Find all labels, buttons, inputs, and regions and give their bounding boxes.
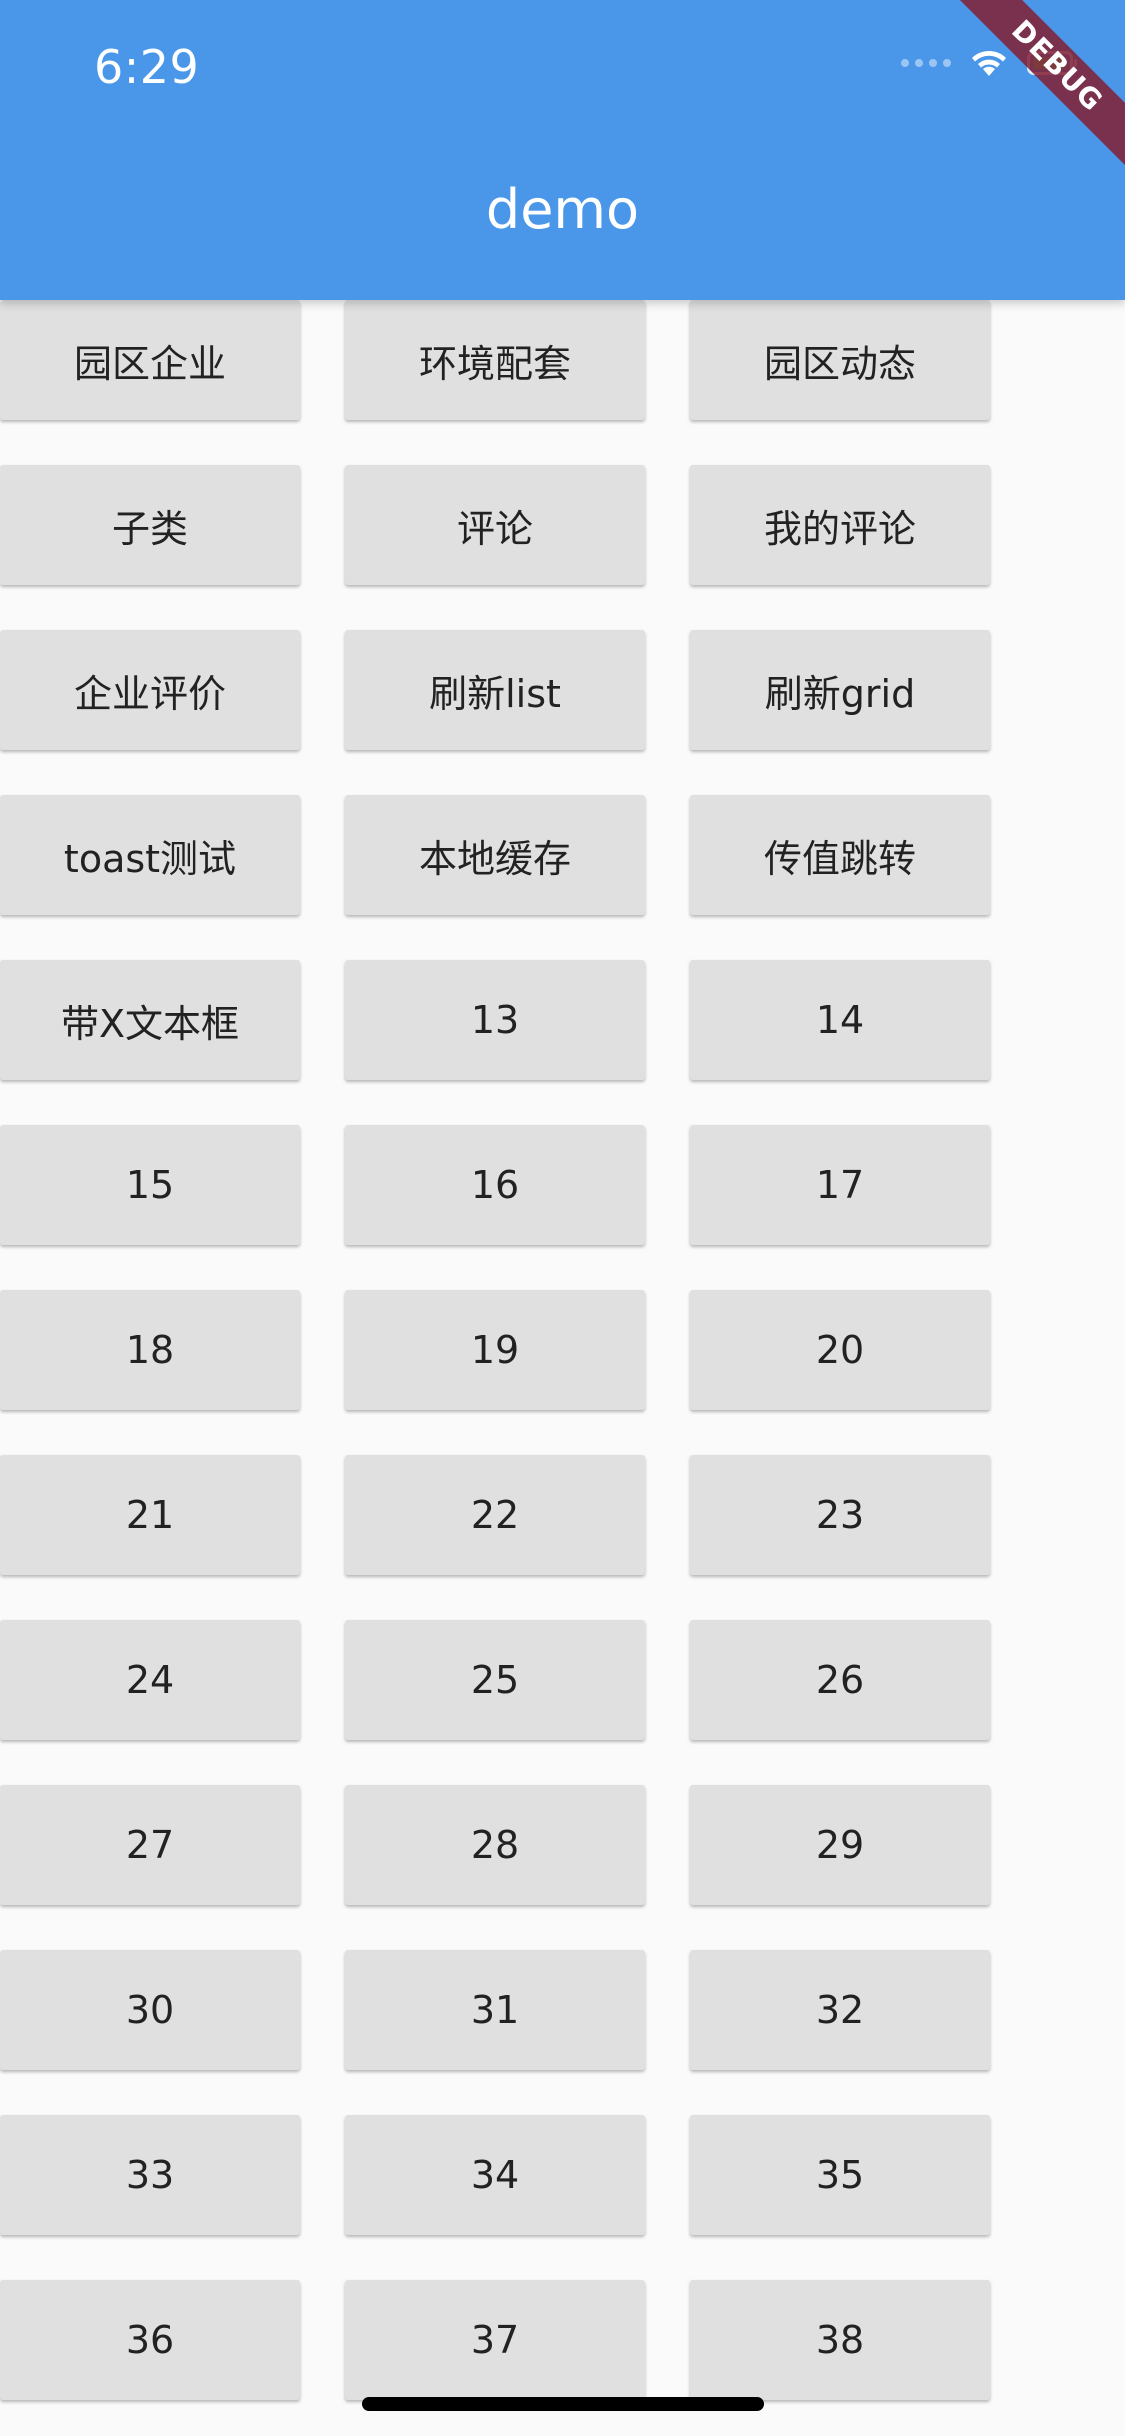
grid-button[interactable]: 38	[690, 2280, 990, 2400]
grid-button[interactable]: 18	[0, 1290, 300, 1410]
grid-button[interactable]: 带X文本框	[0, 960, 300, 1080]
grid-button[interactable]: 本地缓存	[345, 795, 645, 915]
grid-button[interactable]: 子类	[0, 465, 300, 585]
grid-button[interactable]: 刷新list	[345, 630, 645, 750]
app-screen: 园区企业 环境配套 园区动态子类 评论 我的评论企业评价 刷新list 刷新grid toas…	[0, 0, 1125, 2436]
grid-button[interactable]: 31	[345, 1950, 645, 2070]
grid-button[interactable]: 传值跳转	[690, 795, 990, 915]
grid-button[interactable]: 28	[345, 1785, 645, 1905]
status-time: 6:29	[94, 40, 200, 94]
grid-button[interactable]: 26	[690, 1620, 990, 1740]
grid-button[interactable]: 评论	[345, 465, 645, 585]
grid-button[interactable]: 13	[345, 960, 645, 1080]
grid-button[interactable]: 17	[690, 1125, 990, 1245]
grid-button[interactable]: 30	[0, 1950, 300, 2070]
home-indicator[interactable]	[362, 2397, 764, 2411]
battery-icon	[1027, 51, 1077, 75]
grid-button[interactable]: 20	[690, 1290, 990, 1410]
grid-button[interactable]: 19	[345, 1290, 645, 1410]
grid-button[interactable]: 34	[345, 2115, 645, 2235]
grid-button[interactable]: 33	[0, 2115, 300, 2235]
grid-button[interactable]: 14	[690, 960, 990, 1080]
grid-button[interactable]: 园区动态	[690, 300, 990, 420]
app-bar: 6:29 demo	[0, 0, 1125, 300]
grid-button[interactable]: 22	[345, 1455, 645, 1575]
grid-button[interactable]: 刷新grid	[690, 630, 990, 750]
grid-button[interactable]: toast测试	[0, 795, 300, 915]
grid-button[interactable]: 23	[690, 1455, 990, 1575]
grid-button[interactable]: 园区企业	[0, 300, 300, 420]
wifi-icon	[969, 48, 1009, 78]
grid-button[interactable]: 36	[0, 2280, 300, 2400]
status-icons	[901, 48, 1077, 78]
grid-button[interactable]: 37	[345, 2280, 645, 2400]
grid-button[interactable]: 25	[345, 1620, 645, 1740]
grid-button[interactable]: 环境配套	[345, 300, 645, 420]
grid-button[interactable]: 29	[690, 1785, 990, 1905]
page-title: demo	[485, 178, 640, 241]
grid-button[interactable]: 24	[0, 1620, 300, 1740]
grid-button[interactable]: 我的评论	[690, 465, 990, 585]
grid-button[interactable]: 27	[0, 1785, 300, 1905]
grid-button[interactable]: 16	[345, 1125, 645, 1245]
grid-button[interactable]: 15	[0, 1125, 300, 1245]
grid-button[interactable]: 企业评价	[0, 630, 300, 750]
grid-button[interactable]: 21	[0, 1455, 300, 1575]
grid-button[interactable]: 32	[690, 1950, 990, 2070]
signal-dots-icon	[901, 59, 951, 67]
grid-button[interactable]: 35	[690, 2115, 990, 2235]
